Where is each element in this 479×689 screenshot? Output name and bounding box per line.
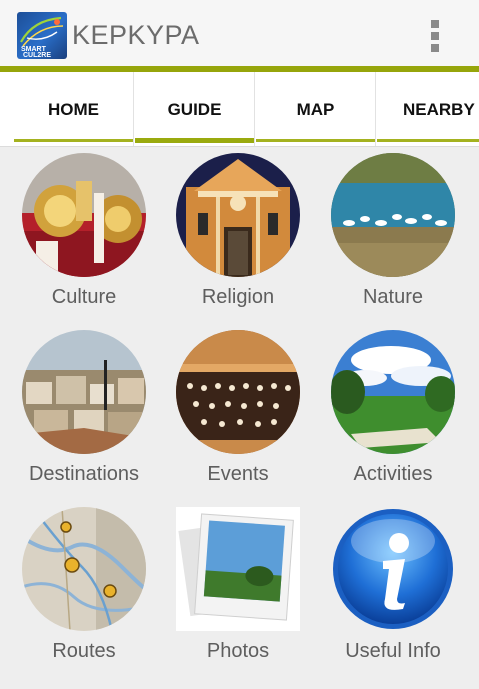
category-grid: Culture Religion Nature Destinations Eve…	[0, 147, 479, 689]
tab-guide[interactable]: GUIDE	[135, 72, 255, 146]
destinations-label: Destinations	[28, 463, 140, 485]
tab-map[interactable]: MAP	[256, 72, 376, 146]
tab-nearby-label: NEARBY	[403, 100, 475, 119]
destinations-image	[22, 330, 146, 454]
tab-nearby[interactable]: NEARBY	[377, 72, 479, 146]
tab-nearby-indicator	[377, 139, 479, 142]
action-bar: SMART CUL2RE ΚΕΡΚΥΡΑ	[0, 0, 479, 72]
religion-image	[176, 153, 300, 277]
photos-image	[176, 507, 300, 631]
events-label: Events	[207, 463, 269, 485]
tab-map-indicator	[256, 139, 375, 142]
tab-guide-label: GUIDE	[167, 100, 222, 119]
activities-image	[331, 330, 455, 454]
logo-text-bottom: CUL2RE	[23, 52, 51, 59]
culture-image	[22, 153, 146, 277]
app-logo-icon[interactable]: SMART CUL2RE	[17, 12, 67, 59]
app-title: ΚΕΡΚΥΡΑ	[72, 20, 200, 50]
tab-home-indicator	[14, 139, 133, 142]
photos-label: Photos	[206, 640, 270, 662]
tab-home[interactable]: HOME	[14, 72, 134, 146]
tab-guide-indicator	[135, 138, 254, 143]
category-useful-info[interactable]: Useful Info	[316, 501, 476, 681]
category-nature[interactable]: Nature	[316, 147, 476, 327]
category-religion[interactable]: Religion	[161, 147, 321, 327]
overflow-menu-icon[interactable]	[425, 18, 447, 54]
category-routes[interactable]: Routes	[7, 501, 167, 681]
events-image	[176, 330, 300, 454]
tab-map-label: MAP	[296, 100, 335, 119]
activities-label: Activities	[353, 463, 433, 485]
category-destinations[interactable]: Destinations	[7, 324, 167, 504]
tab-home-label: HOME	[48, 100, 99, 119]
nature-label: Nature	[362, 286, 424, 308]
category-activities[interactable]: Activities	[316, 324, 476, 504]
category-events[interactable]: Events	[161, 324, 321, 504]
nature-image	[331, 153, 455, 277]
religion-label: Religion	[201, 286, 275, 308]
routes-image	[22, 507, 146, 631]
useful-info-label: Useful Info	[345, 640, 441, 662]
culture-label: Culture	[51, 286, 117, 308]
routes-label: Routes	[52, 640, 116, 662]
category-photos[interactable]: Photos	[161, 501, 321, 681]
category-culture[interactable]: Culture	[7, 147, 167, 327]
tab-bar: HOME GUIDE MAP NEARBY	[0, 72, 479, 147]
info-icon	[331, 507, 455, 631]
